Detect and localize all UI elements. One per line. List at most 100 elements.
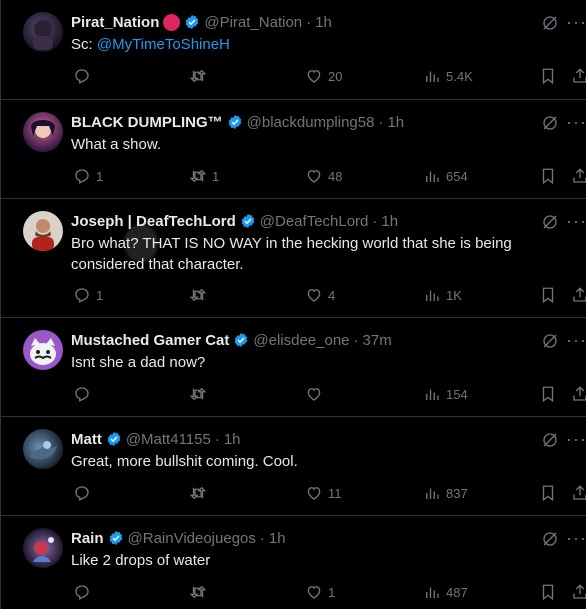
tweet[interactable]: Mustached Gamer Cat @elisdee_one · 37m ·… — [1, 318, 586, 417]
display-name[interactable]: Matt — [71, 431, 102, 448]
retweet-button[interactable] — [189, 67, 212, 85]
reply-icon — [75, 486, 89, 501]
share-icon — [573, 287, 586, 302]
views-button[interactable]: 154 — [423, 385, 468, 403]
views-button[interactable]: 654 — [423, 167, 468, 185]
retweet-button[interactable]: 1 — [189, 167, 219, 185]
avatar[interactable] — [23, 330, 63, 370]
more-icon[interactable]: ··· — [566, 429, 586, 449]
more-icon[interactable]: ··· — [566, 211, 586, 231]
action-bar: 154 — [71, 384, 586, 404]
display-name[interactable]: Joseph | DeafTechLord — [71, 213, 236, 230]
avatar[interactable] — [23, 12, 63, 52]
grok-icon[interactable] — [541, 14, 559, 32]
tweet-text: Isnt she a dad now? — [71, 354, 206, 371]
separator-dot: · — [259, 529, 265, 547]
more-icon[interactable]: ··· — [566, 12, 586, 32]
retweet-button[interactable] — [189, 385, 212, 403]
share-button[interactable] — [571, 484, 586, 502]
like-button[interactable]: 1 — [305, 583, 335, 601]
display-name[interactable]: Rain — [71, 530, 104, 547]
tweet[interactable]: Matt @Matt41155 · 1h ··· Great, more bul… — [1, 417, 586, 516]
like-button[interactable]: 20 — [305, 67, 342, 85]
share-icon — [573, 386, 586, 401]
like-button[interactable]: 48 — [305, 167, 342, 185]
share-button[interactable] — [571, 385, 586, 403]
reply-button[interactable]: 1 — [73, 286, 103, 304]
bookmark-icon — [542, 584, 554, 601]
view-count: 837 — [446, 485, 468, 501]
share-button[interactable] — [571, 167, 586, 185]
verified-badge-icon — [109, 531, 122, 545]
tweet-text: Like 2 drops of water — [71, 552, 211, 569]
views-icon — [426, 488, 439, 499]
avatar[interactable] — [23, 429, 63, 469]
reply-button[interactable] — [73, 385, 96, 403]
tweet[interactable]: Joseph | DeafTechLord @DeafTechLord · 1h… — [1, 199, 586, 318]
retweet-button[interactable] — [189, 286, 212, 304]
timestamp[interactable]: 1h — [381, 213, 398, 230]
user-handle[interactable]: @RainVideojuegos — [128, 530, 256, 547]
timestamp[interactable]: 37m — [363, 332, 392, 349]
user-handle[interactable]: @elisdee_one — [253, 332, 349, 349]
reply-button[interactable] — [73, 484, 96, 502]
view-count: 1K — [446, 287, 462, 303]
share-button[interactable] — [571, 583, 586, 601]
share-button[interactable] — [571, 286, 586, 304]
bookmark-button[interactable] — [539, 385, 557, 403]
user-handle[interactable]: @Matt41155 — [126, 431, 211, 448]
reply-button[interactable] — [73, 67, 96, 85]
timestamp[interactable]: 1h — [315, 14, 332, 31]
grok-icon[interactable] — [541, 213, 559, 231]
avatar[interactable] — [23, 211, 63, 251]
grok-icon[interactable] — [541, 530, 559, 548]
more-icon[interactable]: ··· — [566, 528, 586, 548]
retweet-button[interactable] — [189, 583, 212, 601]
timestamp[interactable]: 1h — [269, 530, 286, 547]
views-button[interactable]: 837 — [423, 484, 468, 502]
display-name[interactable]: Pirat_Nation — [71, 14, 159, 31]
bookmark-button[interactable] — [539, 484, 557, 502]
grok-icon[interactable] — [541, 114, 559, 132]
display-name[interactable]: Mustached Gamer Cat — [71, 332, 229, 349]
bookmark-button[interactable] — [539, 67, 557, 85]
like-button[interactable]: 4 — [305, 286, 335, 304]
reply-button[interactable] — [73, 583, 96, 601]
like-icon — [307, 289, 321, 302]
user-handle[interactable]: @blackdumpling58 — [247, 114, 375, 131]
views-button[interactable]: 5.4K — [423, 67, 473, 85]
action-bar: 1 4 1K — [71, 285, 586, 305]
like-button[interactable]: 11 — [305, 484, 342, 502]
user-handle[interactable]: @Pirat_Nation — [204, 14, 302, 31]
timestamp[interactable]: 1h — [387, 114, 404, 131]
bookmark-button[interactable] — [539, 583, 557, 601]
grok-icon[interactable] — [541, 431, 559, 449]
more-icon[interactable]: ··· — [566, 330, 586, 350]
user-handle[interactable]: @DeafTechLord — [260, 213, 369, 230]
tweet[interactable]: Pirat_Nation @Pirat_Nation · 1h ··· Sc: … — [1, 0, 586, 100]
like-count: 11 — [328, 485, 342, 501]
bookmark-icon — [542, 68, 554, 85]
display-name[interactable]: BLACK DUMPLING™ — [71, 114, 223, 131]
avatar[interactable] — [23, 112, 63, 152]
retweet-icon — [189, 387, 207, 401]
reply-icon — [75, 585, 89, 600]
bookmark-button[interactable] — [539, 167, 557, 185]
reply-count: 1 — [96, 168, 104, 184]
avatar[interactable] — [23, 528, 63, 568]
share-button[interactable] — [571, 67, 586, 85]
bookmark-button[interactable] — [539, 286, 557, 304]
views-button[interactable]: 487 — [423, 583, 468, 601]
views-button[interactable]: 1K — [423, 286, 462, 304]
tweet[interactable]: Rain @RainVideojuegos · 1h ··· Like 2 dr… — [1, 516, 586, 609]
mention-link[interactable]: @MyTimeToShineH — [97, 36, 230, 53]
separator-dot: · — [378, 113, 384, 131]
tweet[interactable]: BLACK DUMPLING™ @blackdumpling58 · 1h ··… — [1, 100, 586, 262]
like-button[interactable] — [305, 385, 328, 403]
retweet-icon — [189, 585, 207, 599]
retweet-button[interactable] — [189, 484, 212, 502]
timestamp[interactable]: 1h — [224, 431, 241, 448]
grok-icon[interactable] — [541, 332, 559, 350]
reply-button[interactable]: 1 — [73, 167, 103, 185]
more-icon[interactable]: ··· — [566, 112, 586, 132]
